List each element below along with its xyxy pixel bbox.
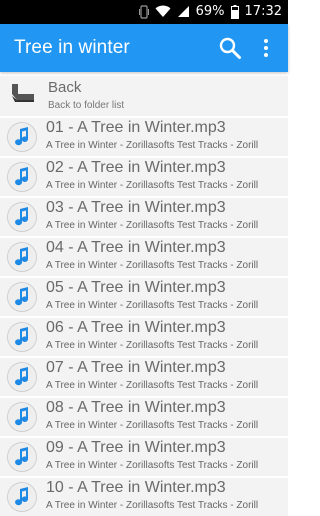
search-icon[interactable] [218, 36, 242, 60]
clock: 17:32 [244, 4, 282, 19]
track-title: 04 - A Tree in Winter.mp3 [46, 239, 226, 256]
track-subtitle: A Tree in Winter - Zorillasofts Test Tra… [46, 180, 259, 191]
track-title: 10 - A Tree in Winter.mp3 [46, 479, 226, 496]
track-item[interactable]: 10 - A Tree in Winter.mp3 A Tree in Winte… [0, 476, 288, 516]
battery-percent: 69% [195, 4, 225, 19]
track-subtitle: A Tree in Winter - Zorillasofts Test Tra… [46, 220, 259, 231]
track-title: 06 - A Tree in Winter.mp3 [46, 319, 226, 336]
music-note-icon [7, 242, 37, 272]
back-arrow-icon [12, 84, 34, 102]
track-subtitle: A Tree in Winter - Zorillasofts Test Tra… [46, 260, 259, 271]
track-item[interactable]: 09 - A Tree in Winter.mp3 A Tree in Winte… [0, 436, 288, 476]
back-sublabel: Back to folder list [48, 100, 125, 111]
track-item[interactable]: 05 - A Tree in Winter.mp3 A Tree in Winte… [0, 276, 288, 316]
track-title: 05 - A Tree in Winter.mp3 [46, 279, 226, 296]
track-item[interactable]: 06 - A Tree in Winter.mp3 A Tree in Winte… [0, 316, 288, 356]
track-subtitle: A Tree in Winter - Zorillasofts Test Tra… [46, 420, 259, 431]
track-item[interactable]: 07 - A Tree in Winter.mp3 A Tree in Winte… [0, 356, 288, 396]
track-title: 01 - A Tree in Winter.mp3 [46, 119, 226, 136]
back-item[interactable]: Back Back to folder list [0, 76, 288, 116]
app-bar: Tree in winter [0, 24, 288, 72]
track-item[interactable]: 04 - A Tree in Winter.mp3 A Tree in Winte… [0, 236, 288, 276]
track-item[interactable]: 02 - A Tree in Winter.mp3 A Tree in Winte… [0, 156, 288, 196]
music-note-icon [7, 162, 37, 192]
track-item[interactable]: 03 - A Tree in Winter.mp3 A Tree in Winte… [0, 196, 288, 236]
music-note-icon [7, 122, 37, 152]
battery-icon [230, 4, 239, 19]
status-bar: 69% 17:32 [0, 0, 288, 24]
track-subtitle: A Tree in Winter - Zorillasofts Test Tra… [46, 340, 259, 351]
track-subtitle: A Tree in Winter - Zorillasofts Test Tra… [46, 300, 259, 311]
vibrate-icon [138, 4, 149, 19]
track-item[interactable]: 08 - A Tree in Winter.mp3 A Tree in Winte… [0, 396, 288, 436]
music-note-icon [7, 322, 37, 352]
music-note-icon [7, 402, 37, 432]
track-title: 02 - A Tree in Winter.mp3 [46, 159, 226, 176]
track-title: 08 - A Tree in Winter.mp3 [46, 399, 226, 416]
music-note-icon [7, 362, 37, 392]
track-title: 07 - A Tree in Winter.mp3 [46, 359, 226, 376]
track-title: 09 - A Tree in Winter.mp3 [46, 439, 226, 456]
music-note-icon [7, 482, 37, 512]
track-title: 03 - A Tree in Winter.mp3 [46, 199, 226, 216]
track-item[interactable]: 01 - A Tree in Winter.mp3 A Tree in Winte… [0, 116, 288, 156]
music-note-icon [7, 202, 37, 232]
track-subtitle: A Tree in Winter - Zorillasofts Test Tra… [46, 500, 259, 511]
wifi-icon [155, 5, 171, 17]
music-note-icon [7, 442, 37, 472]
overflow-menu-icon[interactable] [258, 36, 274, 60]
track-subtitle: A Tree in Winter - Zorillasofts Test Tra… [46, 380, 259, 391]
track-subtitle: A Tree in Winter - Zorillasofts Test Tra… [46, 140, 259, 151]
back-label: Back [48, 79, 82, 96]
track-subtitle: A Tree in Winter - Zorillasofts Test Tra… [46, 460, 259, 471]
page-title: Tree in winter [14, 37, 130, 58]
music-note-icon [7, 282, 37, 312]
signal-icon [177, 6, 189, 17]
